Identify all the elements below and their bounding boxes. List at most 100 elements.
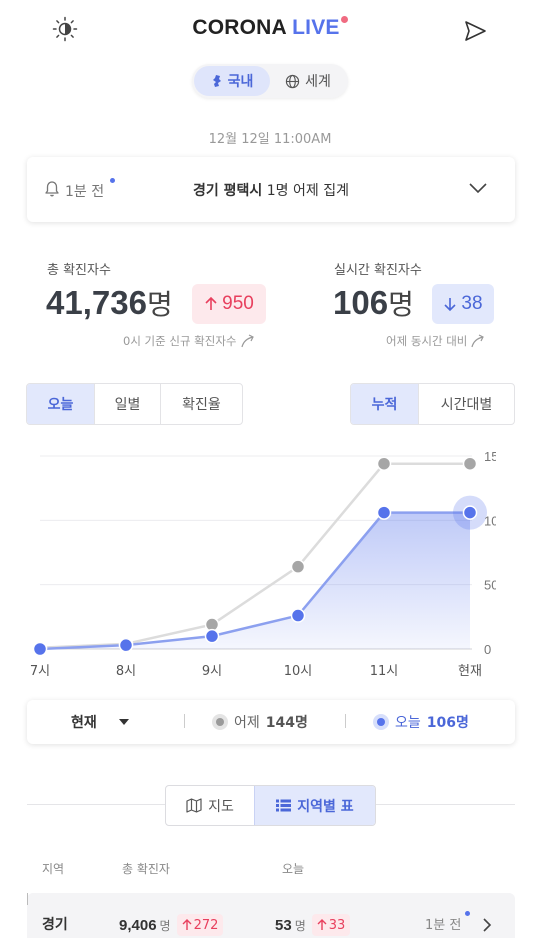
total-cases-value: 41,736명 bbox=[46, 283, 173, 323]
globe-icon bbox=[285, 74, 300, 88]
notice-text: 1명 어제 집계 bbox=[266, 183, 349, 199]
row-total-delta: 272 bbox=[193, 917, 219, 933]
table-header-today: 오늘 bbox=[282, 862, 305, 876]
y-tick-label: 100 bbox=[484, 513, 496, 528]
table-row[interactable]: 경기 9,406 명 272 53 명 33 1분 전 bbox=[27, 893, 515, 938]
total-delta-value: 950 bbox=[222, 293, 254, 314]
row-region: 경기 bbox=[42, 917, 68, 933]
yesterday-data-point bbox=[290, 559, 306, 574]
realtime-cases-value: 106명 bbox=[333, 283, 414, 323]
total-cases-caption-text: 0시 기준 신규 확진자수 bbox=[123, 334, 237, 348]
row-today-delta-badge: 33 bbox=[311, 914, 351, 936]
x-tick-label: 11시 bbox=[370, 664, 399, 679]
realtime-cases-caption-text: 어제 동시간 대비 bbox=[386, 334, 468, 348]
tab-cumulative[interactable]: 누적 bbox=[351, 384, 419, 424]
caret-down-icon bbox=[118, 719, 129, 725]
tab-confirm-rate[interactable]: 확진율 bbox=[161, 384, 242, 424]
tab-region-table[interactable]: 지역별 표 bbox=[254, 786, 375, 825]
time-selector-label: 현재 bbox=[71, 715, 97, 731]
notice-message: 경기 평택시 1명 어제 집계 bbox=[27, 180, 515, 200]
tab-map-label: 지도 bbox=[208, 798, 234, 815]
share-button[interactable] bbox=[460, 16, 490, 46]
arrow-up-icon bbox=[205, 296, 217, 310]
legend-separator bbox=[345, 714, 346, 728]
realtime-cases-unit: 명 bbox=[388, 288, 414, 321]
today-data-point bbox=[462, 505, 478, 520]
tab-world[interactable]: 세계 bbox=[270, 66, 346, 96]
yesterday-data-point bbox=[462, 456, 478, 471]
row-today-unit: 명 bbox=[294, 918, 306, 933]
total-cases-caption[interactable]: 0시 기준 신규 확진자수 bbox=[123, 333, 256, 349]
row-total: 9,406 명 272 bbox=[119, 914, 224, 936]
legend-yesterday: 어제 144명 bbox=[212, 712, 308, 732]
row-total-value: 9,406 bbox=[119, 916, 157, 934]
legend-separator bbox=[184, 714, 185, 728]
realtime-cases-number: 106 bbox=[333, 284, 389, 321]
logo-dot-icon bbox=[340, 16, 348, 23]
x-tick-label: 10시 bbox=[284, 664, 313, 679]
app-header: CORONA LIVE bbox=[0, 0, 540, 60]
legend-yesterday-label: 어제 bbox=[234, 715, 260, 731]
y-tick-label: 150 bbox=[484, 449, 496, 464]
arrow-up-icon bbox=[182, 919, 192, 930]
row-total-delta-badge: 272 bbox=[176, 914, 224, 936]
x-tick-label: 9시 bbox=[202, 664, 222, 679]
cases-line-chart[interactable]: 0 50 100 150 7시 8시 9시 10시 11시 현재 bbox=[26, 440, 496, 690]
logo-text: CORONA bbox=[192, 16, 287, 39]
legend-today-label: 오늘 bbox=[395, 715, 421, 731]
logo-accent-text: LIVE bbox=[292, 16, 340, 39]
arrow-down-icon bbox=[444, 298, 456, 312]
tab-region-table-label: 지역별 표 bbox=[297, 798, 354, 815]
period-tab-group: 오늘 일별 확진율 bbox=[26, 383, 243, 425]
tab-map[interactable]: 지도 bbox=[166, 786, 254, 825]
view-tab-group: 지도 지역별 표 bbox=[165, 785, 376, 826]
today-area-fill bbox=[40, 512, 470, 649]
tab-daily[interactable]: 일별 bbox=[95, 384, 161, 424]
mode-tab-group: 누적 시간대별 bbox=[350, 383, 515, 425]
row-separator bbox=[27, 893, 28, 905]
today-data-point bbox=[376, 505, 392, 520]
today-data-point bbox=[118, 637, 134, 653]
tab-today[interactable]: 오늘 bbox=[27, 384, 95, 424]
map-icon bbox=[186, 798, 202, 813]
x-tick-label: 8시 bbox=[116, 664, 136, 679]
today-data-point bbox=[204, 628, 220, 644]
chart-legend-bar: 현재 어제 144명 오늘 106명 bbox=[27, 700, 515, 744]
send-icon bbox=[465, 21, 486, 41]
tab-domestic-label: 국내 bbox=[227, 74, 254, 90]
korea-map-icon bbox=[212, 75, 221, 87]
time-selector-dropdown[interactable]: 현재 bbox=[71, 712, 129, 732]
update-timestamp: 12월 12일 11:00AM bbox=[208, 132, 332, 147]
total-delta-badge: 950 bbox=[192, 284, 266, 324]
tab-domestic[interactable]: 국내 bbox=[194, 66, 270, 96]
total-cases-label: 총 확진자수 bbox=[47, 263, 111, 278]
app-logo: CORONA LIVE bbox=[0, 16, 540, 40]
curved-arrow-icon bbox=[240, 334, 254, 348]
realtime-delta-badge: 38 bbox=[432, 284, 494, 324]
notice-region: 경기 평택시 bbox=[193, 183, 263, 199]
total-cases-unit: 명 bbox=[146, 288, 173, 321]
list-icon bbox=[276, 799, 292, 812]
y-tick-label: 50 bbox=[484, 578, 496, 593]
realtime-cases-label: 실시간 확진자수 bbox=[334, 263, 422, 278]
realtime-cases-caption[interactable]: 어제 동시간 대비 bbox=[386, 333, 486, 349]
y-tick-label: 0 bbox=[484, 642, 491, 657]
today-data-point bbox=[290, 608, 306, 623]
table-header-total: 총 확진자 bbox=[122, 862, 170, 876]
legend-today-dot-icon bbox=[373, 714, 389, 730]
today-data-point bbox=[32, 641, 48, 657]
legend-today-value: 106명 bbox=[426, 715, 469, 731]
row-today-value: 53 bbox=[275, 916, 292, 934]
latest-notice-card[interactable]: 1분 전 경기 평택시 1명 어제 집계 bbox=[27, 157, 515, 222]
tab-hourly[interactable]: 시간대별 bbox=[419, 384, 514, 424]
realtime-delta-value: 38 bbox=[461, 293, 483, 314]
row-total-unit: 명 bbox=[159, 918, 171, 933]
chevron-down-icon bbox=[469, 183, 487, 194]
total-cases-number: 41,736 bbox=[46, 284, 147, 321]
row-updated-ago: 1분 전 bbox=[425, 918, 462, 933]
curved-arrow-icon bbox=[471, 334, 485, 348]
row-new-indicator-dot bbox=[465, 911, 470, 916]
x-tick-label: 7시 bbox=[30, 664, 50, 679]
legend-yesterday-value: 144명 bbox=[265, 715, 308, 731]
tab-world-label: 세계 bbox=[305, 74, 331, 90]
